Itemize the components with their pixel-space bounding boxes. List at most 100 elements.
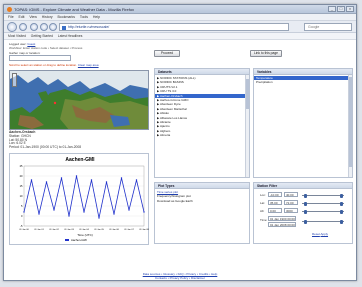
window-title: TOPAS: iGMS - Explore Climate and Weathe…	[14, 7, 135, 12]
lat-slider-knob-max[interactable]	[340, 201, 343, 206]
page-footer: Data sources • Glossary • FAQ • Privacy …	[4, 272, 356, 280]
chart-title: Aachen-GMI	[65, 157, 95, 163]
location-search-input[interactable]	[9, 55, 71, 61]
plot-type-item[interactable]: Download as Google Earth	[155, 199, 249, 203]
menu-help[interactable]: Help	[93, 14, 100, 21]
home-icon[interactable]	[49, 23, 57, 31]
time-slider-knob-min[interactable]	[304, 219, 307, 224]
menu-history[interactable]: History	[42, 14, 53, 21]
data-point	[53, 209, 55, 211]
filter-lon-slider[interactable]	[302, 193, 344, 198]
y-axis-ticks: -5 0 5 10 15 20 25	[20, 164, 23, 228]
filter-time-slider[interactable]	[302, 219, 344, 224]
address-bar[interactable]: http://eturtle.ru/mesoscale/	[59, 23, 289, 31]
lon-slider-knob-max[interactable]	[340, 193, 343, 198]
alt-slider-knob-min[interactable]	[304, 209, 307, 214]
menu-tools[interactable]: Tools	[80, 14, 88, 21]
plot-types-list[interactable]: Time series plot Frequency/histogram plot…	[155, 189, 249, 203]
x-axis-label: Time (UTC)	[77, 233, 93, 237]
map-zoom-control[interactable]	[12, 73, 17, 87]
datasets-list[interactable]: ▶ NORDIC STATIONS (ALL) ▶ NORDIC BASINS ▶ …	[155, 75, 249, 138]
filter-time-to[interactable]: 01 Jan 2008 00:00	[268, 222, 296, 227]
filter-actions: Reset Apply	[312, 232, 328, 236]
filter-lat-from[interactable]: 35.00	[268, 200, 282, 205]
time-slider-knob-max[interactable]	[340, 219, 343, 224]
data-point	[128, 209, 130, 211]
filter-alt-to[interactable]: 3000	[284, 208, 298, 213]
x-tick-label: 01 Jan 07	[124, 229, 134, 231]
bookmark-getting-started[interactable]: Getting Started	[31, 33, 53, 40]
filter-lon-label: Lon:	[260, 193, 266, 197]
data-point	[23, 211, 25, 213]
lon-slider-knob-min[interactable]	[304, 193, 307, 198]
legend-label: Aachen-GMI	[71, 238, 87, 242]
station-map[interactable]	[9, 70, 149, 130]
station-filter-panel: Station Filter Lon: -10.00 40.00 Lat: 35…	[253, 182, 353, 244]
page-content: Logged user: Guest Workflow: Enter stati…	[4, 40, 356, 280]
filter-apply-link[interactable]: Apply	[321, 232, 329, 236]
link-to-page-button[interactable]: Link to this page	[250, 50, 282, 57]
menu-edit[interactable]: Edit	[18, 14, 24, 21]
data-point	[75, 175, 78, 177]
variables-scroll-thumb[interactable]	[349, 77, 352, 167]
forward-icon[interactable]	[19, 23, 27, 31]
variables-list[interactable]: Temperature Precipitation	[254, 75, 352, 85]
y-tick-label: 5	[21, 204, 23, 208]
x-tick-label: 01 Jan 05	[94, 229, 104, 231]
data-point	[90, 179, 93, 181]
data-point	[68, 215, 70, 217]
reload-icon[interactable]	[30, 23, 38, 31]
menu-view[interactable]: View	[29, 14, 37, 21]
filter-alt-label: Alt:	[260, 209, 265, 213]
filter-reset-link[interactable]: Reset	[312, 232, 320, 236]
datasets-scroll-thumb[interactable]	[246, 79, 249, 109]
legend-swatch	[65, 239, 69, 241]
proceed-button[interactable]: Proceed	[154, 50, 180, 57]
filter-lon-to[interactable]: 40.00	[284, 192, 298, 197]
bookmark-most-visited[interactable]: Most Visited	[8, 33, 26, 40]
filter-lat-to[interactable]: 72.00	[284, 200, 298, 205]
data-point	[98, 217, 100, 219]
stop-icon[interactable]	[40, 23, 48, 31]
y-tick-label: 25	[20, 164, 23, 168]
filter-alt-slider[interactable]	[302, 209, 344, 214]
bookmarks-toolbar: Most Visited Getting Started Latest Head…	[4, 33, 356, 40]
dataset-list-item[interactable]: ▶ Almeria	[155, 133, 249, 137]
datasets-scrollbar[interactable]	[245, 75, 249, 177]
title-bar: TOPAS: iGMS - Explore Climate and Weathe…	[4, 5, 356, 14]
workflow-line: Workflow: Enter station code • Select da…	[9, 46, 83, 50]
search-box[interactable]: Google	[304, 23, 352, 31]
data-point	[120, 177, 123, 179]
close-button[interactable]: ×	[346, 6, 354, 12]
x-tick-label: 01 Jan 08	[139, 229, 149, 231]
filter-time-label: Time:	[260, 218, 268, 222]
x-tick-label: 01 Jan 00	[19, 229, 29, 231]
time-series-chart: Aachen-GMI -50510152025 01 Jan 00 01 Jan …	[19, 157, 149, 242]
menu-bookmarks[interactable]: Bookmarks	[57, 14, 75, 21]
menu-bar: File Edit View History Bookmarks Tools H…	[4, 14, 356, 21]
filter-alt-from[interactable]: 0.00	[268, 208, 282, 213]
map-hint: Scroll to select an station or drag to d…	[9, 63, 99, 67]
filter-lon-from[interactable]: -10.00	[268, 192, 282, 197]
x-tick-label: 01 Jan 01	[34, 229, 44, 231]
filter-time-from[interactable]: 01 Jan 1900 00:00	[268, 216, 296, 221]
clear-map-link[interactable]: Clear map area	[78, 63, 99, 67]
data-point	[83, 211, 85, 213]
footer-links-secondary[interactable]: Contacts • Privacy Policy • Disclaimer	[4, 276, 356, 280]
x-axis-ticks: 01 Jan 00 01 Jan 01 01 Jan 02 01 Jan 03 01 J…	[19, 229, 149, 231]
data-point	[38, 213, 40, 215]
y-tick-label: 15	[20, 184, 23, 188]
x-tick-label: 01 Jan 03	[64, 229, 74, 231]
filter-lat-slider[interactable]	[302, 201, 344, 206]
bookmark-latest-headlines[interactable]: Latest Headlines	[58, 33, 83, 40]
maximize-button[interactable]: □	[337, 6, 345, 12]
x-tick-label: 01 Jan 04	[79, 229, 89, 231]
minimize-button[interactable]: _	[328, 6, 336, 12]
menu-file[interactable]: File	[8, 14, 14, 21]
variable-list-item[interactable]: Precipitation	[254, 80, 352, 84]
map-graphic	[10, 71, 148, 129]
lat-slider-knob-min[interactable]	[304, 201, 307, 206]
alt-slider-knob-max[interactable]	[340, 209, 343, 214]
back-icon[interactable]	[7, 22, 17, 32]
variables-scrollbar[interactable]	[348, 75, 352, 177]
